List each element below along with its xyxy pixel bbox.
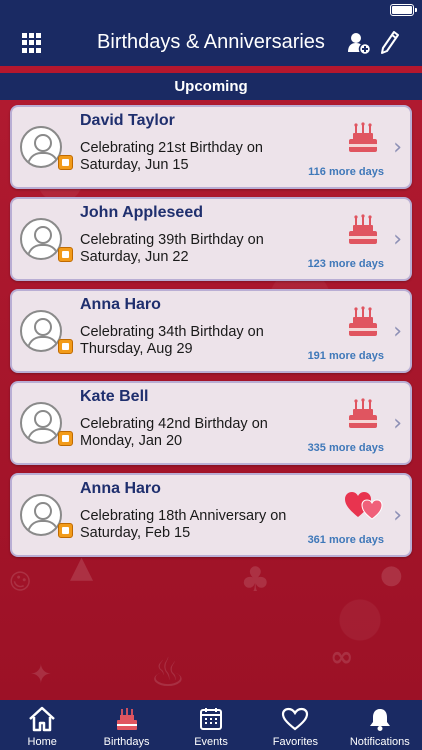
event-date: Saturday, Feb 15 bbox=[80, 525, 191, 541]
days-remaining: 116 more days bbox=[308, 166, 384, 178]
contact-name: David Taylor bbox=[80, 112, 175, 129]
event-description: Celebrating 21st Birthday on Saturday, J… bbox=[80, 140, 263, 174]
heart-icon bbox=[282, 707, 309, 731]
event-description: Celebrating 18th Anniversary on Saturday… bbox=[80, 508, 286, 542]
avatar bbox=[20, 310, 62, 352]
event-date: Thursday, Aug 29 bbox=[80, 341, 193, 357]
tab-favorites[interactable]: Favorites bbox=[253, 700, 337, 750]
contact-name: John Appleseed bbox=[80, 204, 203, 221]
battery-icon bbox=[390, 4, 417, 16]
balloon-doodle: ● bbox=[380, 560, 403, 590]
event-line: Celebrating 39th Birthday on bbox=[80, 232, 264, 248]
contact-book-icon bbox=[58, 155, 73, 170]
chevron-right-icon: › bbox=[393, 227, 402, 252]
tab-events[interactable]: Events bbox=[169, 700, 253, 750]
event-date: Saturday, Jun 22 bbox=[80, 249, 189, 265]
glass-doodle: ♣ bbox=[240, 560, 271, 600]
cake-doodle: ♨ bbox=[150, 650, 186, 696]
header-stripe bbox=[0, 66, 422, 73]
contact-name: Anna Haro bbox=[80, 480, 161, 497]
calendar-icon bbox=[200, 708, 223, 730]
tab-notifications[interactable]: Notifications bbox=[338, 700, 422, 750]
event-card[interactable]: Kate Bell Celebrating 42nd Birthday on M… bbox=[10, 381, 412, 465]
tab-label: Notifications bbox=[349, 736, 410, 748]
cake-icon bbox=[349, 122, 377, 152]
event-card[interactable]: John Appleseed Celebrating 39th Birthday… bbox=[10, 197, 412, 281]
tab-label: Events bbox=[194, 736, 228, 748]
event-description: Celebrating 42nd Birthday on Monday, Jan… bbox=[80, 416, 268, 450]
event-description: Celebrating 39th Birthday on Saturday, J… bbox=[80, 232, 264, 266]
avatar bbox=[20, 494, 62, 536]
hearts-icon bbox=[345, 492, 383, 520]
event-line: Celebrating 34th Birthday on bbox=[80, 324, 264, 340]
event-date: Saturday, Jun 15 bbox=[80, 157, 189, 173]
cake-icon bbox=[116, 708, 137, 730]
fun-doodle: ☺ bbox=[3, 566, 36, 599]
chevron-right-icon: › bbox=[393, 135, 402, 160]
home-icon bbox=[29, 706, 56, 732]
event-line: Celebrating 18th Anniversary on bbox=[80, 508, 287, 524]
avatar bbox=[20, 218, 62, 260]
tab-label: Favorites bbox=[272, 736, 319, 748]
edit-pencil-icon[interactable] bbox=[380, 30, 400, 56]
chevron-right-icon: › bbox=[393, 503, 402, 528]
event-card[interactable]: Anna Haro Celebrating 34th Birthday on T… bbox=[10, 289, 412, 373]
add-contact-icon[interactable] bbox=[346, 30, 372, 56]
cake-icon bbox=[349, 306, 377, 336]
chevron-right-icon: › bbox=[393, 411, 402, 436]
tab-birthdays[interactable]: Birthdays bbox=[84, 700, 168, 750]
contact-book-icon bbox=[58, 523, 73, 538]
contact-book-icon bbox=[58, 339, 73, 354]
swirl-doodle: ∞ bbox=[330, 640, 354, 673]
nav-bar: Birthdays & Anniversaries bbox=[0, 20, 422, 66]
tab-home[interactable]: Home bbox=[0, 700, 84, 750]
cake-icon bbox=[349, 214, 377, 244]
tab-bar: Home Birthdays Events Favorites Notifica… bbox=[0, 700, 422, 750]
days-remaining: 361 more days bbox=[307, 534, 384, 546]
event-card[interactable]: Anna Haro Celebrating 18th Anniversary o… bbox=[10, 473, 412, 557]
status-bar bbox=[0, 0, 422, 20]
tab-label: Home bbox=[27, 736, 57, 748]
contact-name: Anna Haro bbox=[80, 296, 161, 313]
avatar bbox=[20, 126, 62, 168]
event-line: Celebrating 21st Birthday on bbox=[80, 140, 263, 156]
star-doodle: ✦ bbox=[30, 660, 52, 690]
tab-label: Birthdays bbox=[103, 736, 150, 748]
bell-icon bbox=[369, 709, 390, 731]
event-description: Celebrating 34th Birthday on Thursday, A… bbox=[80, 324, 264, 358]
section-header: Upcoming bbox=[0, 73, 422, 100]
event-card[interactable]: David Taylor Celebrating 21st Birthday o… bbox=[10, 105, 412, 189]
days-remaining: 191 more days bbox=[307, 350, 384, 362]
contact-book-icon bbox=[58, 431, 73, 446]
avatar bbox=[20, 402, 62, 444]
contact-book-icon bbox=[58, 247, 73, 262]
days-remaining: 123 more days bbox=[307, 258, 384, 270]
event-date: Monday, Jan 20 bbox=[80, 433, 183, 449]
days-remaining: 335 more days bbox=[307, 442, 384, 454]
chevron-right-icon: › bbox=[393, 319, 402, 344]
cake-icon bbox=[349, 398, 377, 428]
contact-name: Kate Bell bbox=[80, 388, 149, 405]
event-line: Celebrating 42nd Birthday on bbox=[80, 416, 268, 432]
